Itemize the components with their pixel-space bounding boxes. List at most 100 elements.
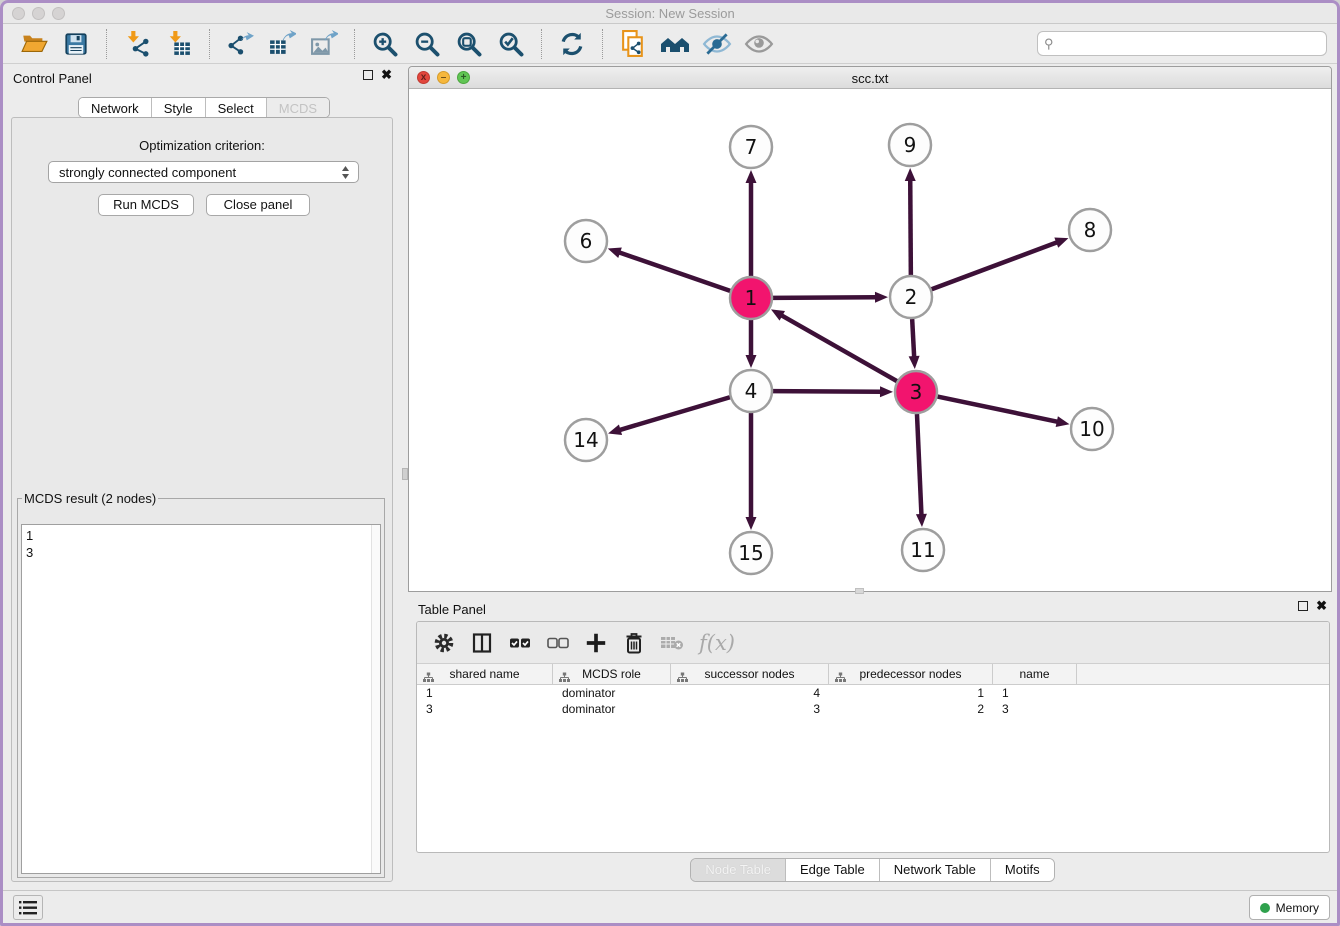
cell-predecessor-nodes[interactable]: 1 bbox=[829, 685, 993, 701]
split-panel-button[interactable] bbox=[467, 628, 497, 658]
mcds-result-item[interactable]: 3 bbox=[26, 544, 376, 561]
select-all-columns-button[interactable] bbox=[505, 628, 535, 658]
open-folder-icon bbox=[21, 30, 48, 57]
search-input[interactable] bbox=[1037, 31, 1327, 56]
zoom-out-button[interactable] bbox=[410, 28, 444, 60]
list-icon bbox=[19, 900, 37, 916]
column-header-successor-nodes[interactable]: successor nodes bbox=[671, 664, 829, 684]
open-session-button[interactable] bbox=[17, 28, 51, 60]
hide-graphics-details-button[interactable] bbox=[700, 28, 734, 60]
column-label: successor nodes bbox=[704, 667, 794, 681]
export-table-button[interactable] bbox=[265, 28, 299, 60]
control-panel-tabs: Network Style Select MCDS bbox=[78, 97, 330, 118]
edge-3-10[interactable] bbox=[938, 397, 1058, 422]
edge-2-8[interactable] bbox=[932, 242, 1058, 289]
tab-select[interactable]: Select bbox=[206, 98, 267, 117]
table-settings-button[interactable] bbox=[429, 628, 459, 658]
column-tree-icon bbox=[677, 669, 688, 689]
result-scrollbar[interactable] bbox=[371, 525, 380, 873]
criterion-dropdown[interactable]: strongly connected component bbox=[48, 161, 359, 183]
cell-shared-name[interactable]: 1 bbox=[417, 685, 553, 701]
edge-1-6[interactable] bbox=[619, 252, 730, 290]
table-panel-title: Table Panel bbox=[418, 602, 486, 617]
graph-node-label: 1 bbox=[745, 286, 758, 310]
delete-columns-button[interactable] bbox=[619, 628, 649, 658]
close-panel-button[interactable]: Close panel bbox=[206, 194, 310, 216]
tab-network-table[interactable]: Network Table bbox=[880, 859, 991, 881]
cell-shared-name[interactable]: 3 bbox=[417, 701, 553, 717]
column-header-shared-name[interactable]: shared name bbox=[417, 664, 553, 684]
edge-2-3[interactable] bbox=[912, 319, 914, 357]
cell-name[interactable]: 3 bbox=[993, 701, 1077, 717]
cell-successor-nodes[interactable]: 3 bbox=[671, 701, 829, 717]
column-header-mcds-role[interactable]: MCDS role bbox=[553, 664, 671, 684]
network-overview-button[interactable] bbox=[658, 28, 692, 60]
edge-4-3[interactable] bbox=[773, 391, 881, 392]
export-table-icon bbox=[268, 30, 296, 57]
import-network-button[interactable] bbox=[120, 28, 154, 60]
refresh-icon bbox=[558, 30, 586, 58]
close-table-panel-icon[interactable]: ✖ bbox=[1316, 601, 1327, 611]
search-icon: ⚲ bbox=[1044, 36, 1054, 52]
toolbar-separator bbox=[106, 29, 107, 59]
table-row[interactable]: 3 dominator 3 2 3 bbox=[417, 701, 1329, 717]
edge-2-9[interactable] bbox=[910, 180, 911, 275]
tab-mcds[interactable]: MCDS bbox=[267, 98, 329, 117]
trash-icon bbox=[622, 630, 646, 656]
graph-node-label: 3 bbox=[910, 380, 923, 404]
duplicate-network-button[interactable] bbox=[616, 28, 650, 60]
column-header-name[interactable]: name bbox=[993, 664, 1077, 684]
column-tree-icon bbox=[835, 669, 846, 689]
graph-node-label: 4 bbox=[745, 379, 758, 403]
deselect-all-columns-button[interactable] bbox=[543, 628, 573, 658]
tab-network[interactable]: Network bbox=[79, 98, 152, 117]
edge-arrowhead-icon bbox=[909, 356, 920, 369]
close-panel-icon[interactable]: ✖ bbox=[381, 70, 392, 80]
cell-name[interactable]: 1 bbox=[993, 685, 1077, 701]
horizontal-splitter-handle[interactable] bbox=[855, 588, 864, 594]
mcds-result-list[interactable]: 1 3 bbox=[21, 524, 381, 874]
edge-3-11[interactable] bbox=[917, 414, 921, 515]
tab-node-table[interactable]: Node Table bbox=[691, 859, 786, 881]
cell-mcds-role[interactable]: dominator bbox=[553, 701, 671, 717]
mcds-result-item[interactable]: 1 bbox=[26, 527, 376, 544]
tab-style[interactable]: Style bbox=[152, 98, 206, 117]
column-header-predecessor-nodes[interactable]: predecessor nodes bbox=[829, 664, 993, 684]
export-image-icon bbox=[310, 30, 338, 57]
function-builder-button[interactable]: f(x) bbox=[695, 628, 739, 658]
mcds-result-title: MCDS result (2 nodes) bbox=[22, 491, 158, 506]
edge-4-14[interactable] bbox=[620, 397, 730, 430]
import-table-button[interactable] bbox=[162, 28, 196, 60]
zoom-selected-button[interactable] bbox=[494, 28, 528, 60]
network-window-title: scc.txt bbox=[409, 71, 1331, 86]
hide-details-eye-icon bbox=[702, 31, 732, 57]
export-image-button[interactable] bbox=[307, 28, 341, 60]
show-graphics-details-button[interactable] bbox=[742, 28, 776, 60]
cell-successor-nodes[interactable]: 4 bbox=[671, 685, 829, 701]
refresh-view-button[interactable] bbox=[555, 28, 589, 60]
tab-edge-table[interactable]: Edge Table bbox=[786, 859, 880, 881]
show-details-eye-icon bbox=[744, 31, 774, 57]
memory-button[interactable]: Memory bbox=[1249, 895, 1330, 920]
run-mcds-button[interactable]: Run MCDS bbox=[98, 194, 194, 216]
zoom-in-button[interactable] bbox=[368, 28, 402, 60]
table-row[interactable]: 1 dominator 4 1 1 bbox=[417, 685, 1329, 701]
float-table-panel-icon[interactable] bbox=[1298, 601, 1308, 611]
cell-mcds-role[interactable]: dominator bbox=[553, 685, 671, 701]
float-panel-icon[interactable] bbox=[363, 70, 373, 80]
save-session-button[interactable] bbox=[59, 28, 93, 60]
checked-boxes-icon bbox=[507, 631, 533, 655]
edge-3-1[interactable] bbox=[781, 315, 896, 381]
edge-1-2[interactable] bbox=[773, 297, 876, 298]
tab-motifs[interactable]: Motifs bbox=[991, 859, 1054, 881]
edge-arrowhead-icon bbox=[905, 168, 916, 181]
delete-table-button[interactable] bbox=[657, 628, 687, 658]
network-canvas-svg[interactable]: 1234678910111415 bbox=[409, 89, 1331, 591]
import-table-icon bbox=[166, 30, 193, 57]
edge-arrowhead-icon bbox=[1056, 416, 1070, 427]
export-network-button[interactable] bbox=[223, 28, 257, 60]
cell-predecessor-nodes[interactable]: 2 bbox=[829, 701, 993, 717]
zoom-fit-button[interactable] bbox=[452, 28, 486, 60]
task-history-button[interactable] bbox=[13, 895, 43, 920]
add-column-button[interactable] bbox=[581, 628, 611, 658]
